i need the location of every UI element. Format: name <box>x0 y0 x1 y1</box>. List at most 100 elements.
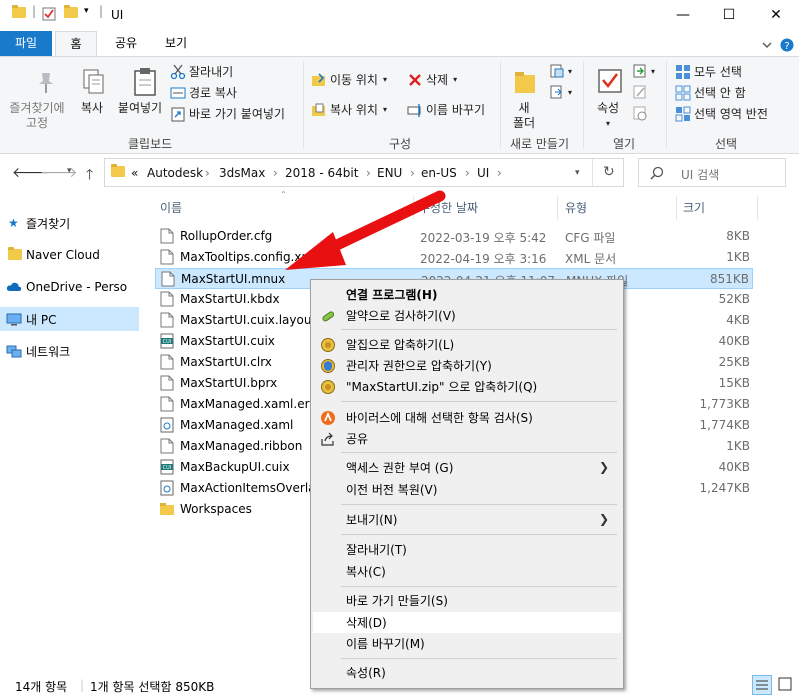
menu-item-copy[interactable]: 복사(C) <box>313 561 621 582</box>
file-icon <box>160 354 174 370</box>
expand-ribbon-icon[interactable] <box>760 38 774 52</box>
file-icon <box>160 438 174 454</box>
menu-item-restore-previous[interactable]: 이전 버전 복원(V) <box>313 479 621 500</box>
file-row[interactable]: RollupOrder.cfg 2022-03-19 오후 5:42 CFG 파일 8… <box>155 226 753 247</box>
menu-item-create-shortcut[interactable]: 바로 가기 만들기(S) <box>313 590 621 611</box>
select-all-label: 모두 선택 <box>694 65 742 79</box>
breadcrumb-en-us[interactable]: en-US <box>421 166 457 180</box>
delete-button[interactable]: 삭제 ▾ <box>407 71 457 88</box>
menu-item-share[interactable]: 공유 <box>313 428 621 449</box>
column-header-name[interactable]: 이름 <box>160 199 182 216</box>
column-header-date[interactable]: 수정한 날짜 <box>419 199 478 216</box>
file-size: 1,247KB <box>699 481 750 495</box>
group-separator <box>583 61 584 149</box>
nav-item-this-pc[interactable]: 내 PC <box>0 307 139 331</box>
tab-share[interactable]: 공유 <box>108 31 144 57</box>
menu-item-open-with[interactable]: 연결 프로그램(H) <box>313 284 621 305</box>
column-divider[interactable] <box>557 196 558 220</box>
menu-item-alyac-scan[interactable]: 알약으로 검사하기(V) <box>313 305 621 326</box>
select-all-button[interactable]: 모두 선택 <box>675 63 742 80</box>
ribbon-tabs: 파일 홈 공유 보기 <box>0 31 799 57</box>
new-item-button[interactable]: ▾ <box>549 63 572 79</box>
column-divider[interactable] <box>413 196 414 220</box>
large-icons-view-button[interactable] <box>776 675 796 695</box>
properties-button[interactable]: 속성 ▾ <box>590 67 626 131</box>
cloud-icon <box>6 282 22 291</box>
pin-to-quick-access-button[interactable]: 즐겨찾기에 고정 <box>6 67 68 131</box>
tab-home[interactable]: 홈 <box>55 31 97 57</box>
menu-item-zip-compress[interactable]: "MaxStartUI.zip" 으로 압축하기(Q) <box>313 376 621 397</box>
help-icon[interactable]: ? <box>780 38 794 52</box>
breadcrumb-enu[interactable]: ENU <box>377 166 402 180</box>
menu-item-admin-compress[interactable]: 관리자 권한으로 압축하기(Y) <box>313 355 621 376</box>
breadcrumb-ui[interactable]: UI <box>477 166 489 180</box>
breadcrumb-autodesk[interactable]: Autodesk <box>147 166 203 180</box>
xml-file-icon <box>160 480 174 496</box>
search-box[interactable]: UI 검색 <box>638 158 786 187</box>
menu-item-properties[interactable]: 속성(R) <box>313 662 621 683</box>
menu-item-rename[interactable]: 이름 바꾸기(M) <box>313 633 621 654</box>
column-divider[interactable] <box>757 196 758 220</box>
invert-selection-button[interactable]: 선택 영역 반전 <box>675 105 768 122</box>
column-divider[interactable] <box>676 196 677 220</box>
column-header-size[interactable]: 크기 <box>683 199 705 216</box>
menu-item-alzip-compress[interactable]: 알집으로 압축하기(L) <box>313 334 621 355</box>
up-button[interactable]: 🡑 <box>86 164 93 188</box>
file-type: XML 문서 <box>565 252 617 266</box>
column-header-type[interactable]: 유형 <box>565 199 587 216</box>
file-size: 15KB <box>718 376 750 390</box>
move-to-button[interactable]: 이동 위치 ▾ <box>311 71 387 88</box>
edit-button[interactable] <box>632 84 651 100</box>
select-none-icon <box>675 85 691 100</box>
nav-item-label: 내 PC <box>26 312 57 327</box>
copy-path-button[interactable]: 경로 복사 <box>170 84 237 101</box>
nav-item-quick-access[interactable]: ★ 즐겨찾기 <box>0 211 139 235</box>
copy-to-button[interactable]: 복사 위치 ▾ <box>311 101 387 118</box>
cut-button[interactable]: 잘라내기 <box>170 63 233 80</box>
menu-item-give-access[interactable]: 액세스 권한 부여 (G) ❯ <box>313 457 621 478</box>
menu-item-virus-scan[interactable]: 바이러스에 대해 선택한 항목 검사(S) <box>313 407 621 428</box>
maximize-button[interactable]: ☐ <box>706 0 752 30</box>
details-view-button[interactable] <box>752 675 772 695</box>
rename-button[interactable]: 이름 바꾸기 <box>407 101 485 118</box>
clipboard-group-label: 클립보드 <box>128 137 173 151</box>
new-folder-button[interactable]: 새 폴더 <box>508 67 540 131</box>
pin-label-2: 고정 <box>25 116 49 130</box>
computer-icon <box>6 313 22 326</box>
breadcrumb-separator: › <box>273 166 278 180</box>
nav-item-onedrive[interactable]: OneDrive - Perso <box>0 275 139 299</box>
tab-file[interactable]: 파일 <box>0 31 52 57</box>
open-button[interactable]: ▾ <box>632 63 655 79</box>
nav-item-network[interactable]: 네트워크 <box>0 339 139 363</box>
refresh-icon[interactable]: ↻ <box>603 164 615 180</box>
dropdown-arrow-icon: ▾ <box>651 66 656 76</box>
copy-button[interactable]: 복사 <box>76 67 108 116</box>
file-row[interactable]: MaxTooltips.config.xml 2022-04-19 오후 3:16… <box>155 247 753 268</box>
breadcrumb-overflow[interactable]: « <box>131 166 138 180</box>
new-folder-quick-icon[interactable] <box>64 5 78 18</box>
paste-shortcut-button[interactable]: 바로 가기 붙여넣기 <box>170 105 285 122</box>
breadcrumb-2018-64bit[interactable]: 2018 - 64bit <box>285 166 358 180</box>
paste-button[interactable]: 붙여넣기 <box>116 67 164 116</box>
address-dropdown-icon[interactable]: ▾ <box>575 168 580 178</box>
svg-text:CUI: CUI <box>163 465 172 471</box>
recent-locations-button[interactable]: ▾ <box>67 166 72 176</box>
xml-file-icon <box>160 417 174 433</box>
history-button[interactable] <box>632 105 651 121</box>
select-none-button[interactable]: 선택 안 함 <box>675 84 746 101</box>
dropdown-arrow-icon: ▾ <box>382 105 387 114</box>
address-bar[interactable]: « Autodesk › 3dsMax › 2018 - 64bit › ENU… <box>104 158 624 187</box>
tab-view[interactable]: 보기 <box>158 31 194 57</box>
easy-access-button[interactable]: ▾ <box>549 84 572 100</box>
close-button[interactable]: ✕ <box>753 0 799 30</box>
properties-quick-icon[interactable] <box>42 7 56 21</box>
menu-item-cut[interactable]: 잘라내기(T) <box>313 539 621 560</box>
minimize-button[interactable]: — <box>660 0 706 30</box>
nav-item-naver-cloud[interactable]: Naver Cloud <box>0 243 139 267</box>
menu-separator <box>341 658 617 659</box>
svg-text:?: ? <box>784 41 789 52</box>
menu-item-send-to[interactable]: 보내기(N) ❯ <box>313 509 621 530</box>
menu-item-delete[interactable]: 삭제(D) <box>313 612 621 633</box>
breadcrumb-3dsmax[interactable]: 3dsMax <box>219 166 265 180</box>
customize-quick-access-icon[interactable]: ▾ <box>84 6 89 16</box>
